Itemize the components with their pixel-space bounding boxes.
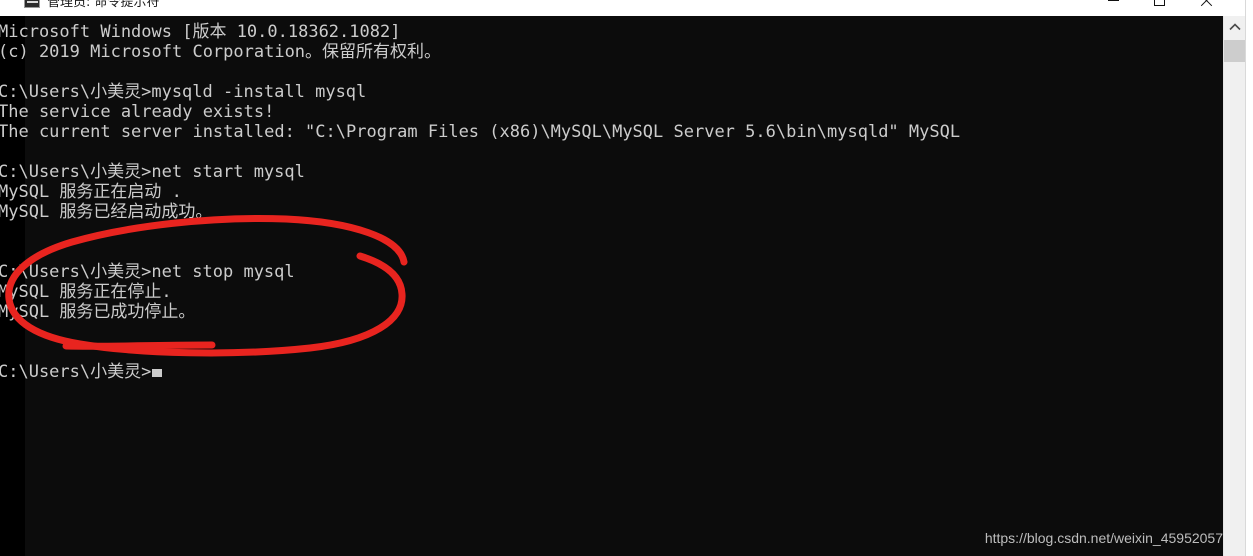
scrollbar-up-button[interactable] — [1224, 16, 1246, 38]
terminal-line-cmd-mysqld-install: C:\Users\小美灵>mysqld -install mysql — [0, 82, 1223, 102]
terminal-line-text: The service already exists! — [0, 102, 275, 122]
maximize-icon — [1153, 0, 1165, 6]
terminal-line-out-stop-stopping: MySQL 服务正在停止. — [0, 282, 1223, 302]
terminal-line-out-start-success: MySQL 服务已经启动成功。 — [0, 202, 1223, 222]
terminal-line-text: MySQL 服务正在启动 . — [0, 182, 182, 202]
watermark-url: https://blog.csdn.net/weixin_45952057 — [984, 530, 1223, 546]
terminal-line-prompt-final: C:\Users\小美灵> — [0, 362, 1223, 382]
terminal-line-banner-version: Microsoft Windows [版本 10.0.18362.1082] — [0, 22, 1223, 42]
terminal-line-blank-3 — [0, 222, 1223, 242]
console-window[interactable]: Microsoft Windows [版本 10.0.18362.1082] (c… — [0, 16, 1223, 556]
maximize-button[interactable] — [1136, 0, 1182, 16]
scrollbar-thumb[interactable] — [1224, 40, 1246, 62]
console-scrollbar[interactable] — [1223, 16, 1246, 556]
terminal-output[interactable]: Microsoft Windows [版本 10.0.18362.1082] (c… — [0, 22, 1223, 382]
terminal-line-blank-1 — [0, 62, 1223, 82]
console-icon — [24, 0, 40, 8]
screen-root: 管理员: 命令提示符 Microsoft Windows [版本 10.0.18… — [0, 0, 1253, 556]
terminal-line-out-start-starting: MySQL 服务正在启动 . — [0, 182, 1223, 202]
terminal-cursor — [152, 369, 163, 377]
chevron-up-icon — [1229, 23, 1241, 31]
terminal-line-cmd-net-start: C:\Users\小美灵>net start mysql — [0, 162, 1223, 182]
window-titlebar[interactable]: 管理员: 命令提示符 — [0, 0, 1228, 16]
terminal-line-banner-copyright: (c) 2019 Microsoft Corporation。保留所有权利。 — [0, 42, 1223, 62]
window-controls — [1090, 0, 1228, 16]
minimize-icon — [1107, 0, 1119, 1]
terminal-line-text: C:\Users\小美灵>mysqld -install mysql — [0, 82, 367, 102]
close-icon — [1199, 0, 1212, 7]
terminal-line-blank-4 — [0, 242, 1223, 262]
terminal-line-text: The current server installed: "C:\Progra… — [0, 122, 961, 142]
terminal-line-text: (c) 2019 Microsoft Corporation。保留所有权利。 — [0, 42, 442, 62]
terminal-line-text: C:\Users\小美灵>net stop mysql — [0, 262, 295, 282]
close-button[interactable] — [1182, 0, 1228, 16]
window-title: 管理员: 命令提示符 — [47, 0, 160, 10]
terminal-line-text: Microsoft Windows [版本 10.0.18362.1082] — [0, 22, 401, 42]
terminal-line-blank-6 — [0, 342, 1223, 362]
terminal-line-cmd-net-stop: C:\Users\小美灵>net stop mysql — [0, 262, 1223, 282]
terminal-line-text: C:\Users\小美灵>net start mysql — [0, 162, 305, 182]
terminal-line-blank-2 — [0, 142, 1223, 162]
minimize-button[interactable] — [1090, 0, 1136, 16]
terminal-line-text: MySQL 服务已经启动成功。 — [0, 202, 213, 222]
terminal-line-blank-5 — [0, 322, 1223, 342]
terminal-line-out-current-server: The current server installed: "C:\Progra… — [0, 122, 1223, 142]
scrollbar-outer-rail — [1245, 0, 1253, 556]
terminal-line-text: MySQL 服务正在停止. — [0, 282, 172, 302]
terminal-line-text: C:\Users\小美灵> — [0, 362, 152, 382]
terminal-line-text: MySQL 服务已成功停止。 — [0, 302, 196, 322]
terminal-line-out-stop-success: MySQL 服务已成功停止。 — [0, 302, 1223, 322]
terminal-line-out-service-exists: The service already exists! — [0, 102, 1223, 122]
